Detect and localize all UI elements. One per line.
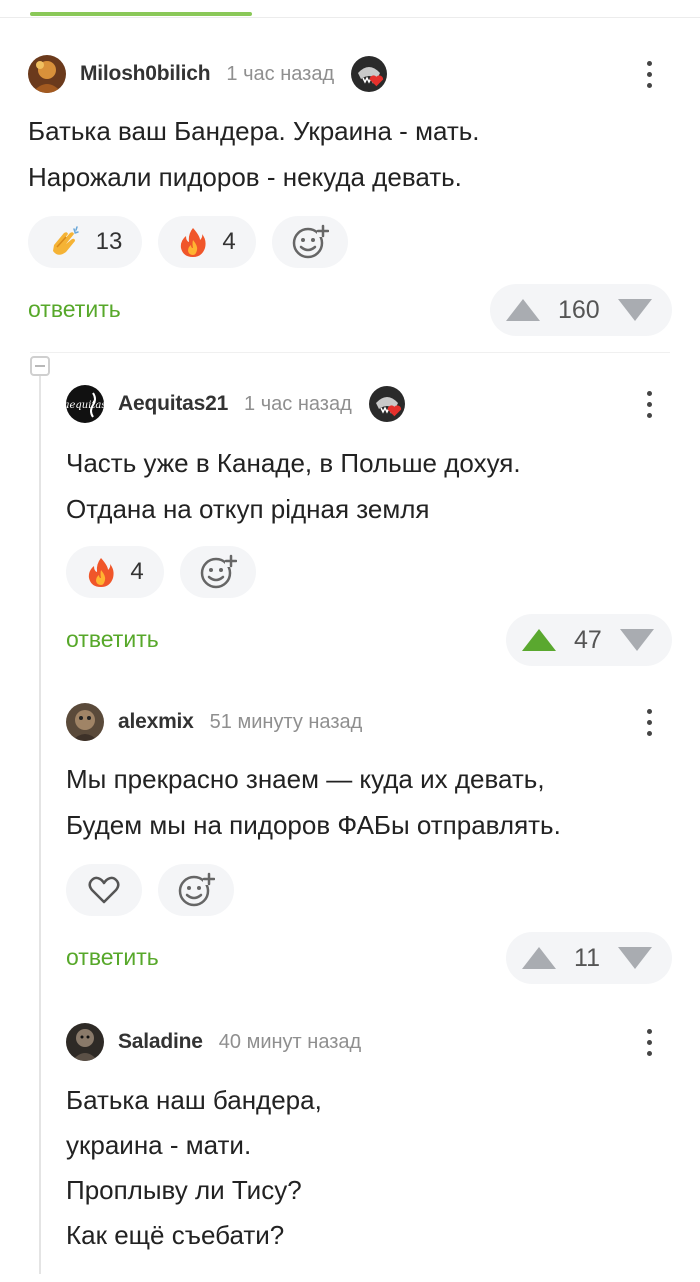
community-badge-icon (350, 55, 388, 93)
add-reaction-button[interactable] (272, 216, 348, 268)
more-options-icon[interactable] (634, 384, 664, 424)
author-name[interactable]: Saladine (118, 1030, 203, 1054)
upvote-icon[interactable] (522, 629, 556, 651)
like-button[interactable] (66, 864, 142, 916)
avatar-text: aequitas (66, 400, 104, 411)
downvote-icon[interactable] (619, 629, 654, 651)
collapse-thread-icon[interactable] (30, 356, 50, 376)
vote-box: 160 (490, 284, 672, 336)
reaction-count: 4 (130, 558, 144, 585)
avatar[interactable] (28, 55, 66, 93)
more-options-icon[interactable] (634, 702, 664, 742)
reactions-bar: 13 4 (28, 216, 348, 268)
reaction-clap[interactable]: 13 (28, 216, 142, 268)
comment-time: 51 минуту назад (209, 710, 363, 733)
add-reaction-icon (177, 871, 215, 909)
avatar[interactable] (66, 703, 104, 741)
vote-box: 11 (506, 932, 672, 984)
reaction-count: 13 (95, 228, 123, 255)
comment-header: alexmix 51 минуту назад (66, 702, 362, 742)
fire-icon (178, 226, 208, 258)
add-reaction-icon (291, 223, 329, 261)
comment-header: aequitas Aequitas21 1 час назад (66, 384, 406, 424)
reply-link[interactable]: ответить (66, 626, 159, 653)
comment-text: Батька ваш Бандера. Украина - мать. Наро… (28, 116, 480, 192)
heart-icon (88, 875, 120, 905)
comment-time: 1 час назад (226, 62, 335, 85)
downvote-icon[interactable] (617, 299, 652, 321)
comment-header: Milosh0bilich 1 час назад (28, 54, 388, 94)
add-reaction-icon (199, 553, 237, 591)
tab-bar (0, 0, 700, 18)
comment-text: Мы прекрасно знаем — куда их девать, Буд… (66, 764, 561, 840)
comment-alexmix: alexmix 51 минуту назад Мы прекрасно зна… (66, 702, 672, 992)
thread-line[interactable] (39, 374, 41, 1274)
reaction-fire[interactable]: 4 (66, 546, 164, 598)
more-options-icon[interactable] (634, 54, 664, 94)
downvote-icon[interactable] (618, 947, 652, 969)
author-name[interactable]: alexmix (118, 710, 194, 734)
author-name[interactable]: Aequitas21 (118, 392, 228, 416)
comment-milosh0bilich: Milosh0bilich 1 час назад Батька ваш Бан… (28, 54, 672, 344)
upvote-icon[interactable] (522, 947, 556, 969)
comment-text: Батька наш бандера, украина - мати. Проп… (66, 1085, 322, 1250)
add-reaction-button[interactable] (180, 546, 256, 598)
reaction-fire[interactable]: 4 (158, 216, 256, 268)
vote-count: 160 (558, 295, 600, 324)
comment-time: 40 минут назад (218, 1030, 362, 1053)
clapping-hands-icon (48, 225, 82, 259)
divider (30, 352, 670, 353)
author-name[interactable]: Milosh0bilich (80, 62, 211, 86)
reactions-bar (66, 864, 234, 916)
vote-count: 11 (574, 943, 600, 972)
community-badge-icon (368, 385, 406, 423)
fire-icon (86, 556, 116, 588)
reactions-bar: 4 (66, 546, 256, 598)
active-tab-indicator (30, 12, 252, 16)
avatar[interactable] (66, 1023, 104, 1061)
comment-time: 1 час назад (244, 392, 352, 415)
more-options-icon[interactable] (634, 1022, 664, 1062)
reply-link[interactable]: ответить (28, 296, 121, 323)
reply-link[interactable]: ответить (66, 944, 159, 971)
comment-aequitas21: aequitas Aequitas21 1 час назад Часть уж… (66, 384, 672, 674)
comment-header: Saladine 40 минут назад (66, 1022, 361, 1062)
reaction-count: 4 (222, 228, 236, 255)
vote-count: 47 (574, 625, 602, 654)
comment-saladine: Saladine 40 минут назад Батька наш банде… (66, 1022, 672, 1262)
vote-box: 47 (506, 614, 672, 666)
add-reaction-button[interactable] (158, 864, 234, 916)
comment-text: Часть уже в Канаде, в Польше дохуя. Отда… (66, 448, 521, 524)
avatar[interactable]: aequitas (66, 385, 104, 423)
upvote-icon[interactable] (506, 299, 540, 321)
